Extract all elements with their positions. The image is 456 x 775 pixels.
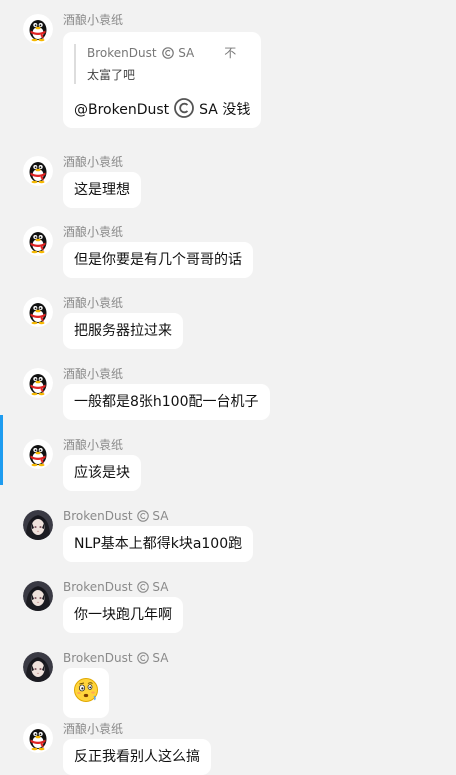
scroll-position-marker bbox=[0, 415, 3, 485]
qq-penguin-avatar[interactable] bbox=[23, 439, 53, 469]
message-bubble[interactable]: 应该是块 bbox=[63, 455, 141, 491]
message-text: 应该是块 bbox=[74, 465, 130, 481]
qq-penguin-avatar[interactable] bbox=[23, 156, 53, 186]
sender-name[interactable]: BrokenDust SA bbox=[63, 508, 168, 524]
message-bubble[interactable]: 但是你要是有几个哥哥的话 bbox=[63, 242, 253, 278]
quoted-author: BrokenDust SA bbox=[87, 46, 195, 60]
message-text: 但是你要是有几个哥哥的话 bbox=[74, 252, 242, 268]
circle-c-icon bbox=[136, 652, 149, 664]
quoted-message[interactable]: BrokenDust SA 不 太富了吧 bbox=[74, 44, 250, 84]
sender-name[interactable]: BrokenDust SA bbox=[63, 650, 168, 666]
sender-name[interactable]: 酒酿小袁纸 bbox=[63, 224, 123, 240]
sender-name[interactable]: 酒酿小袁纸 bbox=[63, 366, 123, 382]
circle-c-icon bbox=[136, 581, 149, 593]
message-bubble[interactable] bbox=[63, 668, 109, 718]
message-bubble[interactable]: BrokenDust SA 不 太富了吧 @BrokenDust SA 没钱 bbox=[63, 32, 262, 128]
circle-c-icon bbox=[136, 510, 149, 522]
sender-name[interactable]: 酒酿小袁纸 bbox=[63, 721, 123, 737]
message-text: NLP基本上都得k块a100跑 bbox=[74, 536, 243, 552]
quoted-tail: 不 bbox=[224, 46, 237, 60]
message-bubble[interactable]: 一般都是8张h100配一台机子 bbox=[63, 384, 270, 420]
sender-name[interactable]: BrokenDust SA bbox=[63, 579, 168, 595]
sender-name[interactable]: 酒酿小袁纸 bbox=[63, 154, 123, 170]
message-text: 反正我看别人这么搞 bbox=[74, 749, 200, 765]
qq-penguin-avatar[interactable] bbox=[23, 226, 53, 256]
mention-link[interactable]: @BrokenDust SA bbox=[74, 98, 222, 118]
qq-penguin-avatar[interactable] bbox=[23, 723, 53, 753]
chat-message-list[interactable]: 酒酿小袁纸 BrokenDust SA 不 太富了吧 @BrokenDust S… bbox=[0, 0, 456, 775]
message-bubble[interactable]: 这是理想 bbox=[63, 172, 141, 208]
circle-c-icon bbox=[162, 47, 175, 59]
message-bubble[interactable]: 你一块跑几年啊 bbox=[63, 597, 183, 633]
sender-name[interactable]: 酒酿小袁纸 bbox=[63, 12, 123, 28]
message-bubble[interactable]: 把服务器拉过来 bbox=[63, 313, 183, 349]
qq-penguin-avatar[interactable] bbox=[23, 368, 53, 398]
sender-name[interactable]: 酒酿小袁纸 bbox=[63, 437, 123, 453]
qq-penguin-avatar[interactable] bbox=[23, 14, 53, 44]
message-bubble[interactable]: 反正我看别人这么搞 bbox=[63, 739, 211, 775]
message-text: 这是理想 bbox=[74, 182, 130, 198]
confused-face-emoji bbox=[74, 678, 98, 702]
anime-girl-avatar[interactable] bbox=[23, 510, 53, 540]
message-text: 一般都是8张h100配一台机子 bbox=[74, 394, 259, 410]
circle-c-icon bbox=[174, 98, 195, 118]
message-text: 把服务器拉过来 bbox=[74, 323, 172, 339]
message-bubble[interactable]: NLP基本上都得k块a100跑 bbox=[63, 526, 254, 562]
quoted-text: 太富了吧 bbox=[87, 68, 136, 82]
sender-name[interactable]: 酒酿小袁纸 bbox=[63, 295, 123, 311]
message-text: 没钱 bbox=[222, 102, 251, 118]
qq-penguin-avatar[interactable] bbox=[23, 297, 53, 327]
anime-girl-avatar[interactable] bbox=[23, 652, 53, 682]
anime-girl-avatar[interactable] bbox=[23, 581, 53, 611]
message-text: 你一块跑几年啊 bbox=[74, 607, 172, 623]
